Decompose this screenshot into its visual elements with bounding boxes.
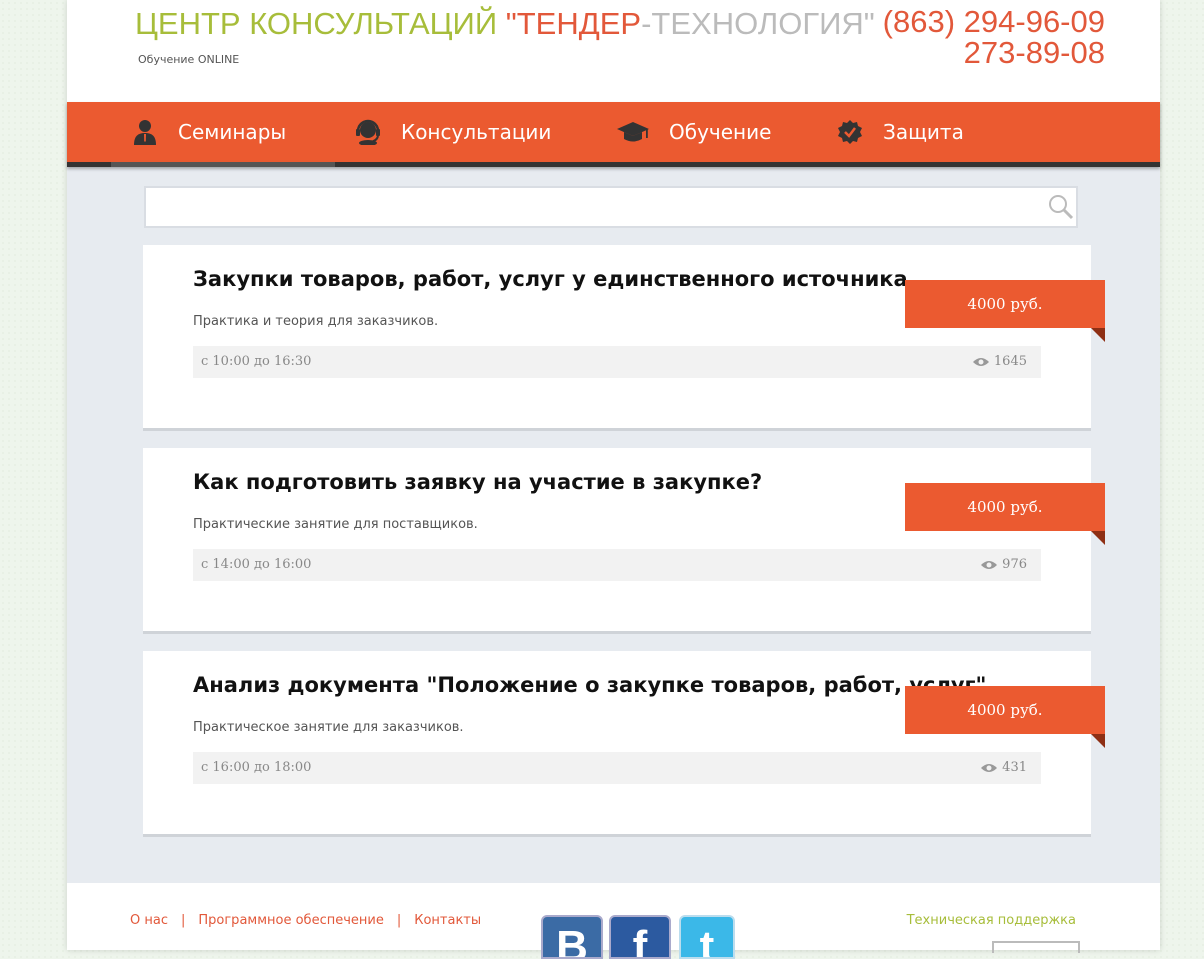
nav-label-consultations: Консультации (401, 120, 552, 144)
main-nav: Семинары Консультации Обучение Защита (67, 102, 1160, 167)
seminar-card[interactable]: Анализ документа "Положение о закупке то… (143, 651, 1105, 837)
phone-number-1: (863) 294-96-09 (882, 4, 1105, 39)
nav-item-seminars[interactable]: Семинары (111, 102, 335, 167)
search-input[interactable] (156, 189, 1040, 227)
header: ЦЕНТР КОНСУЛЬТАЦИЙ "ТЕНДЕР-ТЕХНОЛОГИЯ" О… (67, 0, 1160, 102)
price-ribbon: 4000 руб. (905, 483, 1105, 545)
search-icon[interactable] (1048, 194, 1074, 220)
site-subtitle: Обучение ONLINE (138, 53, 240, 66)
twitter-icon[interactable]: t (679, 915, 735, 959)
view-count: 1645 (972, 354, 1027, 369)
footer-links: О нас | Программное обеспечение | Контакты (130, 913, 481, 928)
phone-number-2: 273-89-08 (963, 35, 1105, 70)
support-link[interactable]: Техническая поддержка (907, 913, 1076, 928)
eye-icon (981, 763, 998, 772)
seminar-time: с 10:00 до 16:30 (201, 354, 312, 369)
seminar-title[interactable]: Анализ документа "Положение о закупке то… (193, 673, 986, 697)
nav-item-consultations[interactable]: Консультации (355, 102, 551, 162)
view-count: 431 (980, 760, 1027, 775)
view-count-value: 976 (1002, 557, 1027, 572)
footer-link-contacts[interactable]: Контакты (414, 913, 481, 928)
counter-badge (992, 941, 1080, 953)
nav-label-seminars: Семинары (178, 120, 287, 144)
seminar-description: Практические занятие для поставщиков. (193, 517, 478, 532)
seminar-time: с 14:00 до 16:00 (201, 557, 312, 572)
user-icon (132, 119, 158, 145)
seminar-meta: с 10:00 до 16:30 1645 (193, 346, 1041, 378)
footer-separator: | (396, 913, 402, 928)
footer-separator: | (180, 913, 186, 928)
nav-label-education: Обучение (669, 120, 772, 144)
price-ribbon: 4000 руб. (905, 686, 1105, 748)
eye-icon (981, 560, 998, 569)
headset-icon (355, 119, 381, 145)
vk-icon[interactable]: B (541, 915, 603, 959)
site-logo-text[interactable]: ЦЕНТР КОНСУЛЬТАЦИЙ "ТЕНДЕР-ТЕХНОЛОГИЯ" (135, 6, 875, 42)
search-box (144, 186, 1078, 228)
footer: О нас | Программное обеспечение | Контакты B… (67, 883, 1160, 959)
nav-item-protection[interactable]: Защита (837, 102, 964, 162)
seminar-description: Практика и теория для заказчиков. (193, 314, 439, 329)
view-count-value: 1645 (993, 354, 1027, 369)
seminar-title[interactable]: Как подготовить заявку на участие в заку… (193, 470, 762, 494)
seminar-meta: с 16:00 до 18:00 431 (193, 752, 1041, 784)
page: ЦЕНТР КОНСУЛЬТАЦИЙ "ТЕНДЕР-ТЕХНОЛОГИЯ" О… (67, 0, 1160, 959)
brand-part-1: ЦЕНТР КОНСУЛЬТАЦИЙ (135, 6, 506, 41)
nav-label-protection: Защита (883, 120, 964, 144)
footer-link-software[interactable]: Программное обеспечение (198, 913, 383, 928)
view-count-value: 431 (1002, 760, 1027, 775)
view-count: 976 (980, 557, 1027, 572)
footer-link-about[interactable]: О нас (130, 913, 168, 928)
check-badge-icon (837, 119, 863, 145)
brand-part-2: "ТЕНДЕР (505, 6, 642, 41)
price-ribbon: 4000 руб. (905, 280, 1105, 342)
facebook-icon[interactable]: f (609, 915, 671, 959)
graduation-cap-icon (617, 119, 649, 145)
seminar-meta: с 14:00 до 16:00 976 (193, 549, 1041, 581)
seminar-description: Практическое занятие для заказчиков. (193, 720, 464, 735)
eye-icon (972, 357, 989, 366)
seminar-card[interactable]: Как подготовить заявку на участие в заку… (143, 448, 1105, 634)
seminar-time: с 16:00 до 18:00 (201, 760, 312, 775)
brand-part-3: -ТЕХНОЛОГИЯ" (641, 6, 875, 41)
seminar-card[interactable]: Закупки товаров, работ, услуг у единстве… (143, 245, 1105, 431)
nav-item-education[interactable]: Обучение (617, 102, 771, 162)
phone-block: (863) 294-96-09 273-89-08 (883, 6, 1105, 68)
seminar-title[interactable]: Закупки товаров, работ, услуг у единстве… (193, 267, 908, 291)
